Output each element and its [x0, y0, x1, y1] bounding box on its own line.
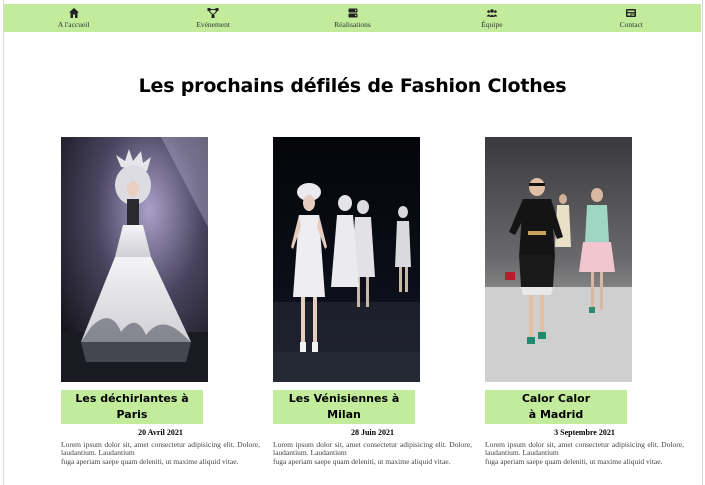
card-title-line: à Madrid: [528, 408, 584, 421]
nav-item-label: A l'accueil: [57, 20, 90, 29]
card-title-box[interactable]: Les déchirlantes à Paris: [61, 390, 203, 424]
users-icon: [486, 9, 498, 17]
card-description-line: fuga aperiam saepe quam deleniti, ut max…: [273, 456, 451, 466]
nav-item-label: Evénement: [196, 20, 230, 29]
card-title-line: Paris: [116, 408, 148, 421]
server-icon: [348, 8, 358, 18]
contact-card-icon: [626, 9, 637, 17]
card-description: Lorem ipsum dolor sit, amet consectetur …: [273, 440, 472, 466]
card-photo: [61, 137, 208, 382]
nav-item-label: Réalisations: [334, 20, 371, 29]
show-card: Les Vénisiennes à Milan 28 Juin 2021 Lor…: [273, 137, 472, 466]
card-title-box[interactable]: Les Vénisiennes à Milan: [273, 390, 415, 424]
card-title-box[interactable]: Calor Calor à Madrid: [485, 390, 627, 424]
card-title-line: Les Vénisiennes à: [288, 392, 400, 405]
nav-item-evenement[interactable]: Evénement: [143, 4, 282, 32]
nav-item-label: Contact: [619, 20, 643, 29]
show-card: Calor Calor à Madrid 3 Septembre 2021 Lo…: [485, 137, 684, 466]
page-title: Les prochains défilés de Fashion Clothes: [138, 74, 567, 97]
show-card: Les déchirlantes à Paris 20 Avril 2021 L…: [61, 137, 260, 466]
card-title-line: Les déchirlantes à: [75, 392, 189, 405]
card-description-line: fuga aperiam saepe quam deleniti, ut max…: [485, 456, 663, 466]
card-date: 3 Septembre 2021: [554, 428, 615, 437]
card-photo: [273, 137, 420, 382]
card-date: 20 Avril 2021: [138, 428, 183, 437]
card-title-line: Calor Calor: [521, 392, 591, 405]
card-date: 28 Juin 2021: [350, 428, 395, 437]
home-icon: [68, 8, 79, 18]
nav-item-accueil[interactable]: A l'accueil: [4, 4, 143, 32]
card-description-line: Lorem ipsum dolor sit, amet consectetur …: [485, 440, 684, 458]
nav-item-realisations[interactable]: Réalisations: [283, 4, 422, 32]
card-description-line: fuga aperiam saepe quam deleniti, ut max…: [61, 456, 239, 466]
top-navbar: A l'accueil Evénement Réalisations Équip…: [4, 4, 701, 32]
card-description-line: Lorem ipsum dolor sit, amet consectetur …: [273, 440, 472, 458]
nav-item-label: Équipe: [481, 20, 503, 29]
card-photo: [485, 137, 632, 382]
card-description-line: Lorem ipsum dolor sit, amet consectetur …: [61, 440, 260, 458]
network-icon: [207, 8, 219, 18]
nav-item-contact[interactable]: Contact: [562, 4, 701, 32]
nav-item-equipe[interactable]: Équipe: [422, 4, 561, 32]
card-description: Lorem ipsum dolor sit, amet consectetur …: [61, 440, 260, 466]
card-title-line: Milan: [327, 408, 361, 421]
card-description: Lorem ipsum dolor sit, amet consectetur …: [485, 440, 684, 466]
